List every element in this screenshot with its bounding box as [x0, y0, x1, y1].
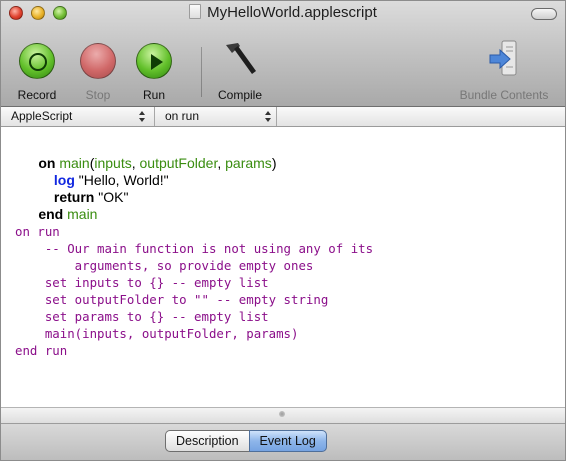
string-literal: "Hello, World!": [74, 172, 169, 188]
code-line: main(inputs, outputFolder, params): [15, 326, 299, 341]
script-editor-window: MyHelloWorld.applescript Record Stop Run: [0, 0, 566, 461]
run-icon: [136, 43, 172, 79]
compile-button[interactable]: Compile: [207, 25, 273, 105]
param-output-folder: outputFolder: [139, 155, 218, 171]
toolbar-toggle-button[interactable]: [531, 8, 557, 20]
pane-splitter[interactable]: [1, 407, 565, 423]
string-literal: "OK": [94, 189, 129, 205]
code-line: on run: [15, 224, 60, 239]
code-line: arguments, so provide empty ones: [15, 258, 314, 273]
handler-name: main: [55, 155, 90, 171]
code-line: set outputFolder to "" -- empty string: [15, 292, 329, 307]
record-label: Record: [17, 88, 57, 102]
script-editor-text-area[interactable]: on main(inputs, outputFolder, params) lo…: [1, 128, 565, 407]
code-line: set inputs to {} -- empty list: [15, 275, 269, 290]
keyword-end: end: [38, 206, 64, 222]
comma: ,: [131, 155, 140, 171]
code-line: on main(inputs, outputFolder, params): [15, 138, 565, 171]
keyword-return: return: [53, 189, 95, 205]
bundle-contents-button[interactable]: Bundle Contents: [445, 25, 563, 105]
param-params: params: [225, 155, 272, 171]
language-popup-arrows-icon: [139, 111, 145, 122]
handler-name: main: [63, 206, 98, 222]
document-icon: [189, 4, 202, 19]
bundle-contents-icon: [489, 40, 517, 76]
splitter-handle-icon[interactable]: [279, 411, 285, 417]
code-line: set params to {} -- empty list: [15, 309, 269, 324]
comma: ,: [217, 155, 226, 171]
keyword-on: on: [38, 155, 56, 171]
window-title-bar: MyHelloWorld.applescript: [1, 4, 565, 21]
handler-popup-value: on run: [165, 109, 200, 123]
bundle-contents-label: Bundle Contents: [459, 88, 549, 102]
record-button[interactable]: Record: [7, 25, 67, 105]
bottom-bar: Description Event Log: [1, 423, 565, 460]
navigation-bar: AppleScript on run: [1, 107, 565, 127]
stop-label: Stop: [85, 88, 111, 102]
event-log-tab[interactable]: Event Log: [248, 430, 327, 452]
param-inputs: inputs: [94, 155, 132, 171]
record-icon: [19, 43, 55, 79]
command-log: log: [53, 172, 75, 188]
toolbar: Record Stop Run Compile Bundle Contents: [1, 25, 565, 107]
paren: ): [271, 155, 277, 171]
handler-popup-arrows-icon: [265, 111, 271, 122]
code-line: -- Our main function is not using any of…: [15, 241, 374, 256]
stop-button[interactable]: Stop: [73, 25, 123, 105]
toolbar-separator: [201, 47, 202, 97]
handler-popup[interactable]: on run: [155, 107, 277, 126]
language-popup[interactable]: AppleScript: [1, 107, 155, 126]
compile-label: Compile: [217, 88, 262, 102]
language-popup-value: AppleScript: [11, 109, 73, 123]
code-line: end run: [15, 343, 68, 358]
stop-icon: [80, 43, 116, 79]
hammer-icon: [226, 43, 256, 74]
window-title: MyHelloWorld.applescript: [207, 4, 377, 21]
description-tab[interactable]: Description: [165, 430, 249, 452]
log-segmented-control: Description Event Log: [165, 430, 327, 452]
run-label: Run: [142, 88, 165, 102]
run-button[interactable]: Run: [129, 25, 179, 105]
window-chrome: MyHelloWorld.applescript Record Stop Run: [1, 1, 565, 107]
